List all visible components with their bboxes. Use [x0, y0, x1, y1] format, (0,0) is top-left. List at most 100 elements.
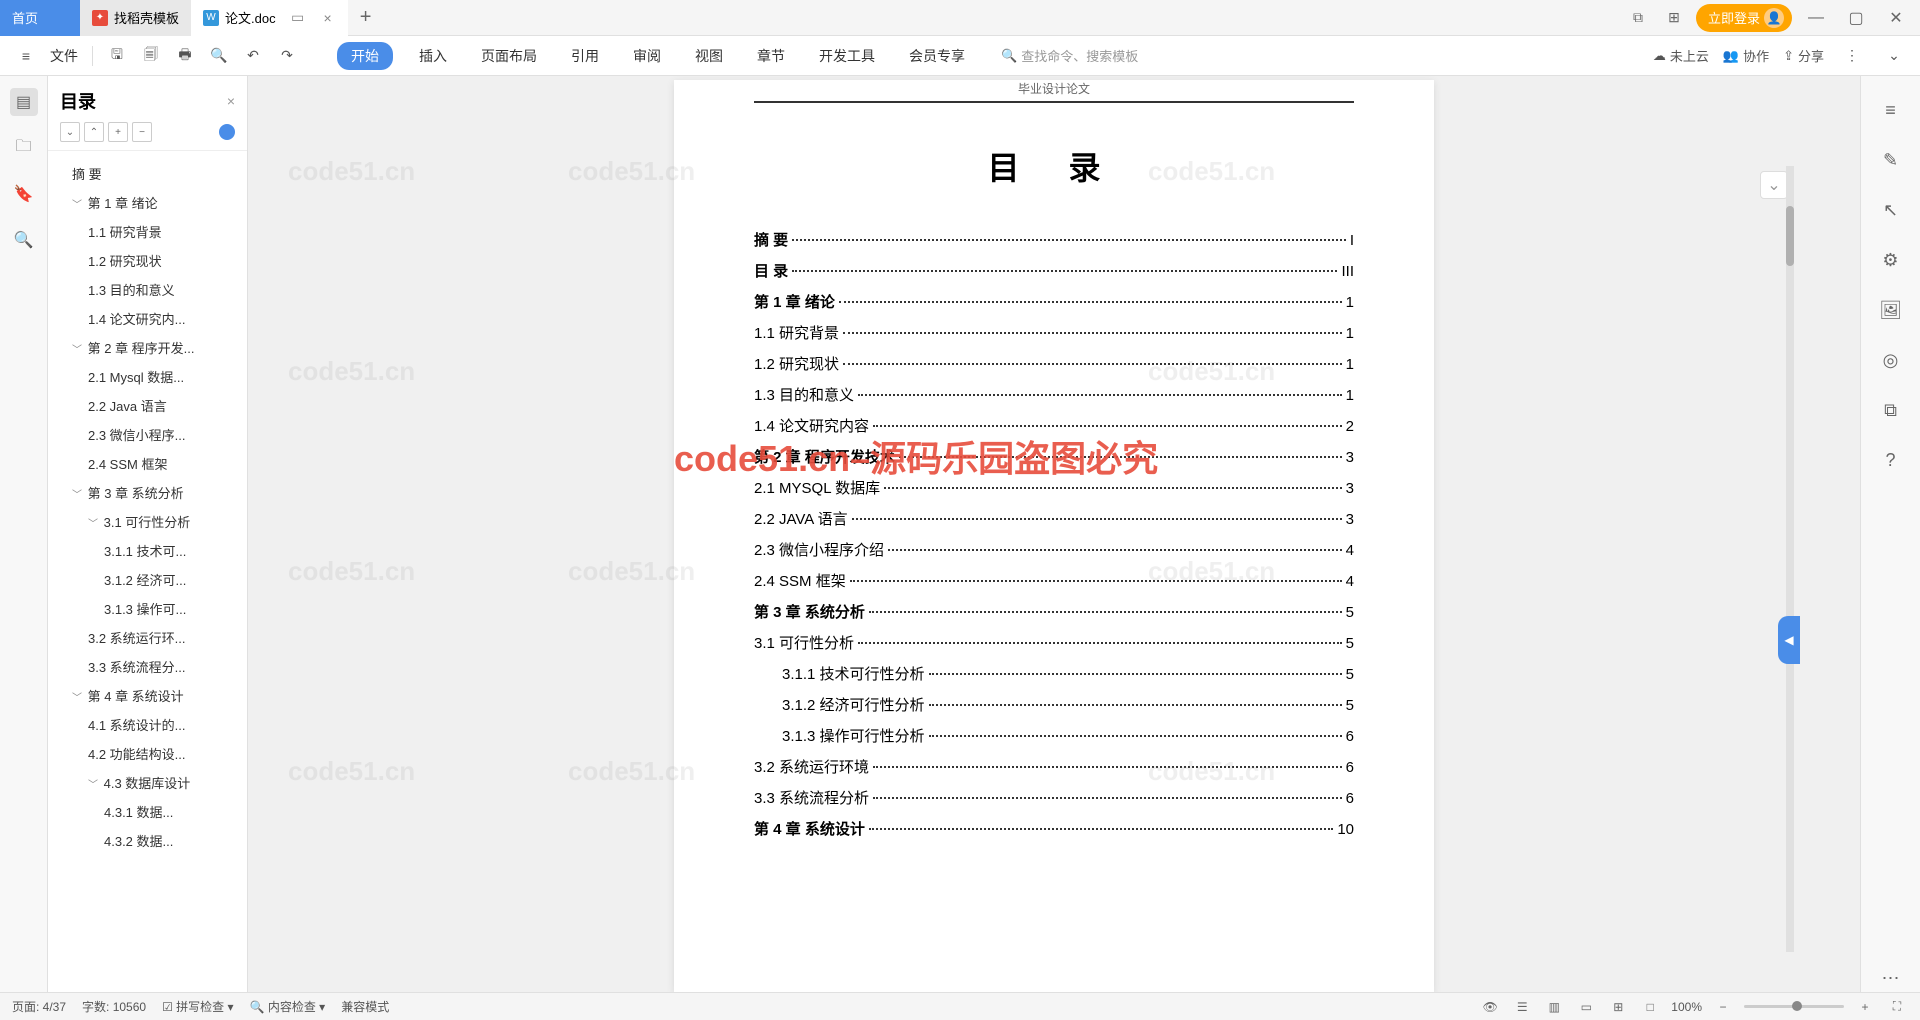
toc-entry[interactable]: 2.3 微信小程序介绍4 [754, 539, 1354, 560]
float-menu-icon[interactable]: ⌄ [1760, 171, 1788, 199]
document-area[interactable]: 毕业设计论文 目 录 摘 要I目 录III第 1 章 绪论11.1 研究背景11… [248, 76, 1860, 992]
view2-icon[interactable]: ▥ [1543, 996, 1565, 1018]
toc-entry[interactable]: 3.3 系统流程分析6 [754, 787, 1354, 808]
outline-item[interactable]: 3.2 系统运行环... [52, 623, 243, 652]
outline-item[interactable]: 3.1.2 经济可... [52, 565, 243, 594]
share-button[interactable]: ⇪分享 [1783, 46, 1824, 65]
toc-entry[interactable]: 1.2 研究现状1 [754, 353, 1354, 374]
collapse-ribbon-icon[interactable]: ⌄ [1880, 42, 1908, 70]
toc-entry[interactable]: 第 1 章 绪论1 [754, 291, 1354, 312]
compat-mode[interactable]: 兼容模式 [341, 998, 389, 1015]
toc-entry[interactable]: 2.2 JAVA 语言3 [754, 508, 1354, 529]
outline-item[interactable]: ﹀ 3.1 可行性分析 [52, 507, 243, 536]
toc-entry[interactable]: 第 3 章 系统分析5 [754, 601, 1354, 622]
scrollbar[interactable] [1786, 166, 1794, 952]
content-check[interactable]: 🔍 内容检查 ▾ [250, 998, 326, 1015]
target-icon[interactable]: ◎ [1877, 346, 1905, 374]
toc-entry[interactable]: 3.2 系统运行环境6 [754, 756, 1354, 777]
toc-entry[interactable]: 第 4 章 系统设计10 [754, 818, 1354, 839]
outline-item[interactable]: 2.2 Java 语言 [52, 391, 243, 420]
eye-icon[interactable]: 👁 [1479, 996, 1501, 1018]
file-menu[interactable]: 文件 [46, 46, 82, 66]
preview-icon[interactable]: 🔍 [205, 42, 233, 70]
view5-icon[interactable]: □ [1639, 996, 1661, 1018]
outline-item[interactable]: 4.2 功能结构设... [52, 739, 243, 768]
outline-item[interactable]: 4.3.1 数据... [52, 797, 243, 826]
save-as-icon[interactable]: 🗐 [137, 42, 165, 70]
outline-item[interactable]: ﹀ 第 3 章 系统分析 [52, 478, 243, 507]
toc-entry[interactable]: 3.1.3 操作可行性分析6 [754, 725, 1354, 746]
outline-item[interactable]: 2.4 SSM 框架 [52, 449, 243, 478]
outline-item[interactable]: 4.1 系统设计的... [52, 710, 243, 739]
toc-entry[interactable]: 2.1 MYSQL 数据库3 [754, 477, 1354, 498]
outline-item[interactable]: 3.1.1 技术可... [52, 536, 243, 565]
menu-dev[interactable]: 开发工具 [811, 42, 883, 70]
redo-icon[interactable]: ↷ [273, 42, 301, 70]
undo-icon[interactable]: ↶ [239, 42, 267, 70]
more-icon[interactable]: ⋮ [1838, 42, 1866, 70]
outline-item[interactable]: ﹀ 第 2 章 程序开发... [52, 333, 243, 362]
toc-entry[interactable]: 第 2 章 程序开发技术3 [754, 446, 1354, 467]
view3-icon[interactable]: ▭ [1575, 996, 1597, 1018]
image-icon[interactable]: 🖼 [1877, 296, 1905, 324]
view1-icon[interactable]: ☰ [1511, 996, 1533, 1018]
page-indicator[interactable]: 页面: 4/37 [12, 998, 66, 1015]
outline-item[interactable]: 1.3 目的和意义 [52, 275, 243, 304]
more-tools-icon[interactable]: ⋯ [1877, 964, 1905, 992]
slider-thumb[interactable] [1792, 1001, 1802, 1011]
print-icon[interactable]: 🖶 [171, 42, 199, 70]
toc-entry[interactable]: 2.4 SSM 框架4 [754, 570, 1354, 591]
cursor-icon[interactable]: ↖ [1877, 196, 1905, 224]
menu-ref[interactable]: 引用 [563, 42, 607, 70]
outline-item[interactable]: ﹀ 第 1 章 绪论 [52, 188, 243, 217]
collapse-all-icon[interactable]: ⌄ [60, 122, 80, 142]
outline-item[interactable]: 1.2 研究现状 [52, 246, 243, 275]
toc-entry[interactable]: 3.1.2 经济可行性分析5 [754, 694, 1354, 715]
fullscreen-icon[interactable]: ⛶ [1886, 996, 1908, 1018]
tab-maximize-icon[interactable]: ▭ [290, 10, 306, 26]
window-close-icon[interactable]: ✕ [1880, 2, 1912, 34]
command-search[interactable]: 🔍 查找命令、搜索模板 [1001, 46, 1138, 65]
outline-rail-icon[interactable]: ▤ [10, 88, 38, 116]
hamburger-icon[interactable]: ≡ [1877, 96, 1905, 124]
toc-entry[interactable]: 3.1.1 技术可行性分析5 [754, 663, 1354, 684]
toc-entry[interactable]: 目 录III [754, 260, 1354, 281]
tab-close-icon[interactable]: × [320, 10, 336, 26]
window-minimize-icon[interactable]: — [1800, 2, 1832, 34]
zoom-in-icon[interactable]: + [1854, 996, 1876, 1018]
search-rail-icon[interactable]: 🔍 [10, 226, 38, 254]
expand-all-icon[interactable]: ⌃ [84, 122, 104, 142]
device-icon[interactable]: ⧉ [1877, 396, 1905, 424]
side-tab-icon[interactable]: ◀ [1778, 616, 1800, 664]
bookmark-rail-icon[interactable]: 🔖 [10, 180, 38, 208]
outline-item[interactable]: 2.3 微信小程序... [52, 420, 243, 449]
outline-item[interactable]: ﹀ 4.3 数据库设计 [52, 768, 243, 797]
word-count[interactable]: 字数: 10560 [82, 998, 146, 1015]
help-icon[interactable]: ? [1877, 446, 1905, 474]
zoom-out-icon[interactable]: − [1712, 996, 1734, 1018]
zoom-value[interactable]: 100% [1671, 1000, 1702, 1014]
outline-item[interactable]: 3.1.3 操作可... [52, 594, 243, 623]
toc-entry[interactable]: 摘 要I [754, 229, 1354, 250]
outline-item[interactable]: ﹀ 第 4 章 系统设计 [52, 681, 243, 710]
outline-item[interactable]: 摘 要 [52, 159, 243, 188]
outline-tree[interactable]: 摘 要﹀ 第 1 章 绪论1.1 研究背景1.2 研究现状1.3 目的和意义1.… [48, 151, 247, 992]
outline-item[interactable]: 2.1 Mysql 数据... [52, 362, 243, 391]
menu-layout[interactable]: 页面布局 [473, 42, 545, 70]
save-icon[interactable]: 🖫 [103, 42, 131, 70]
scrollbar-thumb[interactable] [1786, 206, 1794, 266]
tab-document[interactable]: W 论文.doc ▭ × [191, 0, 348, 36]
tab-template[interactable]: ✦ 找稻壳模板 [80, 0, 191, 36]
outline-item[interactable]: 3.3 系统流程分... [52, 652, 243, 681]
pen-icon[interactable]: ✎ [1877, 146, 1905, 174]
tab-add-button[interactable]: + [348, 0, 384, 36]
window-maximize-icon[interactable]: ▢ [1840, 2, 1872, 34]
menu-member[interactable]: 会员专享 [901, 42, 973, 70]
menu-insert[interactable]: 插入 [411, 42, 455, 70]
menu-review[interactable]: 审阅 [625, 42, 669, 70]
pages-rail-icon[interactable]: 🗀 [10, 134, 38, 162]
view4-icon[interactable]: ⊞ [1607, 996, 1629, 1018]
remove-icon[interactable]: − [132, 122, 152, 142]
layout-icon[interactable]: ⧉ [1624, 4, 1652, 32]
spell-check[interactable]: ☑ 拼写检查 ▾ [162, 998, 233, 1015]
